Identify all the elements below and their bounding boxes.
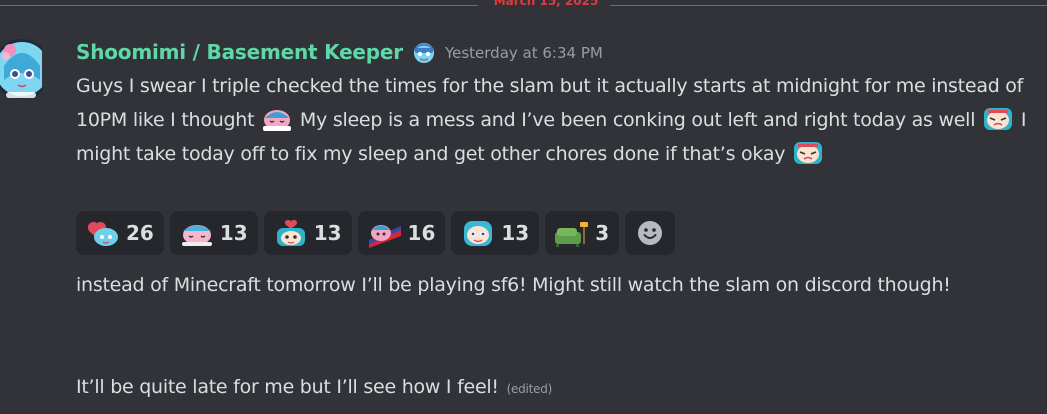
reaction-count: 13 [313,221,342,245]
reaction-love-chibi[interactable]: 13 [263,211,352,255]
chat-view: March 15, 2025 Shoomimi / Basement Keepe… [0,0,1047,414]
crying-chibi-emoji [984,108,1013,130]
reaction-couch-lamp[interactable]: 3 [545,211,620,255]
reaction-sleepy-chibi[interactable]: 13 [169,211,258,255]
couch-lamp-emoji [555,222,589,247]
divider-line-right [610,5,1047,6]
message-text-part-2: My sleep is a mess and I’ve been conking… [299,109,976,131]
edited-label: (edited) [506,382,553,396]
username[interactable]: Shoomimi / Basement Keeper [76,40,403,64]
date-divider: March 15, 2025 [0,0,1047,12]
message-text-3: It’ll be quite late for me but I’ll see … [76,370,1041,406]
reaction-count: 3 [595,221,610,245]
message-header: Shoomimi / Basement Keeper Yesterday at … [76,38,603,66]
divider-line-left [0,5,478,6]
message-text: Guys I swear I triple checked the times … [76,69,1041,171]
divider-date: March 15, 2025 [493,0,599,8]
blanket-chibi-emoji [368,225,401,248]
reaction-count: 13 [219,221,248,245]
reaction-count: 16 [407,221,436,245]
reaction-blanket-chibi[interactable]: 16 [357,211,446,255]
crying-chibi-emoji-2 [794,142,823,164]
reaction-heart-chibi[interactable]: 26 [76,211,164,255]
sleepy-chibi-emoji [181,225,212,246]
chibi-role-icon [413,43,434,63]
reaction-happy-chibi[interactable]: 13 [451,211,540,255]
smiley-icon [638,221,663,245]
reaction-count: 13 [501,221,530,245]
heart-chibi-emoji [87,222,118,246]
reaction-count: 26 [126,221,154,245]
timestamp[interactable]: Yesterday at 6:34 PM [445,44,603,62]
avatar[interactable] [0,36,42,102]
sleepy-bed-emoji [263,110,292,131]
add-reaction-button[interactable] [625,211,676,255]
message-text-3-content: It’ll be quite late for me but I’ll see … [76,376,499,398]
happy-chibi-emoji [464,221,493,246]
reactions-bar: 26 13 13 16 13 3 [76,211,676,255]
love-chibi-emoji [276,220,305,246]
message-text-2: instead of Minecraft tomorrow I’ll be pl… [76,274,951,296]
